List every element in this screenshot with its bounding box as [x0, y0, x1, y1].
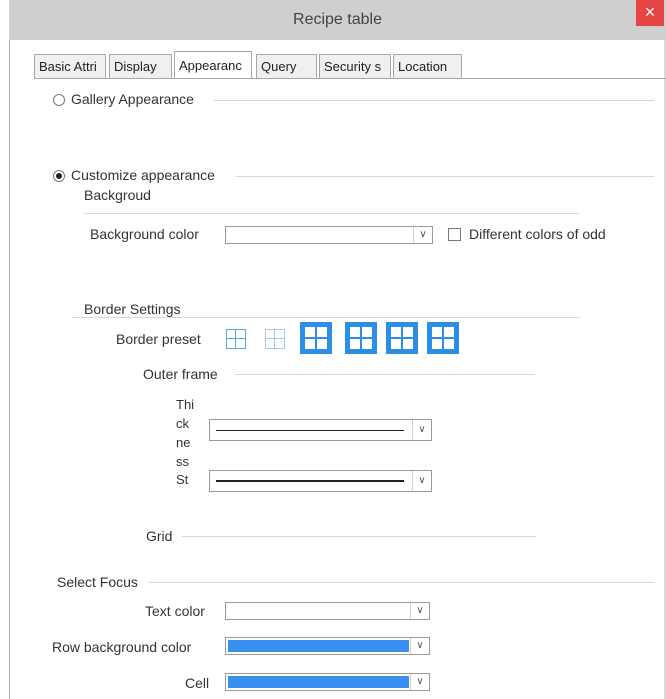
outer-frame-label: Outer frame: [143, 366, 218, 382]
chevron-down-icon: ∨: [410, 674, 429, 690]
border-preset-outer-icon[interactable]: [300, 322, 332, 354]
tab-basic-attributes[interactable]: Basic Attri: [34, 54, 106, 78]
background-color-label: Background color: [90, 226, 199, 242]
style-dropdown[interactable]: ∨: [209, 470, 432, 492]
text-color-label: Text color: [145, 603, 205, 619]
tab-security[interactable]: Security s: [319, 54, 391, 78]
thickness-label-2: ck: [176, 416, 189, 431]
style-label: St: [176, 472, 189, 487]
grid-label: Grid: [146, 528, 173, 544]
chevron-down-icon: ∨: [410, 638, 429, 654]
dialog-body: [9, 40, 666, 699]
cell-color-dropdown[interactable]: ∨: [225, 673, 430, 691]
text-color-dropdown[interactable]: ∨: [225, 602, 430, 620]
gallery-divider: [214, 100, 654, 101]
chevron-down-icon: ∨: [413, 227, 432, 243]
outer-frame-divider: [235, 374, 535, 375]
border-preset-vertical-icon[interactable]: [427, 322, 459, 354]
gallery-appearance-radio[interactable]: [53, 94, 65, 106]
customize-divider: [236, 176, 654, 177]
tab-divider: [34, 78, 666, 79]
chevron-down-icon: ∨: [410, 603, 429, 619]
thickness-label-1: Thi: [176, 397, 195, 412]
row-background-color-label: Row background color: [52, 639, 192, 655]
border-preset-all-icon[interactable]: [226, 329, 246, 349]
cell-label: Cell: [185, 675, 210, 691]
customize-appearance-radio[interactable]: [53, 170, 65, 182]
border-preset-none-icon[interactable]: [265, 329, 285, 349]
different-colors-checkbox[interactable]: [448, 228, 461, 241]
cell-color-swatch: [228, 676, 409, 688]
different-colors-label: Different colors of odd: [469, 226, 606, 242]
chevron-down-icon: ∨: [412, 420, 431, 440]
tab-display[interactable]: Display: [109, 54, 172, 78]
row-color-swatch: [228, 640, 409, 652]
background-color-dropdown[interactable]: ∨: [225, 226, 433, 244]
thickness-label-3: ne: [176, 435, 191, 450]
tab-query[interactable]: Query: [256, 54, 317, 78]
select-focus-label: Select Focus: [57, 574, 138, 590]
border-settings-label: Border Settings: [84, 301, 181, 317]
thickness-label-4: ss: [176, 454, 189, 469]
grid-divider: [182, 536, 536, 537]
gallery-appearance-label: Gallery Appearance: [71, 91, 194, 107]
background-divider: [84, 213, 579, 214]
border-preset-horizontal-icon[interactable]: [386, 322, 418, 354]
border-preset-inner-icon[interactable]: [345, 322, 377, 354]
close-button[interactable]: ×: [636, 0, 664, 26]
solid-line-sample: [216, 480, 404, 482]
thickness-dropdown[interactable]: ∨: [209, 419, 432, 441]
title-bar: Recipe table ×: [9, 0, 666, 40]
customize-appearance-label: Customize appearance: [71, 167, 215, 183]
chevron-down-icon: ∨: [412, 471, 431, 491]
thin-line-sample: [216, 430, 404, 431]
window-title: Recipe table: [293, 11, 382, 28]
border-settings-divider: [72, 317, 580, 318]
row-background-color-dropdown[interactable]: ∨: [225, 637, 430, 655]
tab-location[interactable]: Location: [393, 54, 462, 78]
tab-appearance[interactable]: Appearanc: [174, 51, 252, 79]
select-focus-divider: [148, 582, 654, 583]
border-preset-label: Border preset: [116, 331, 201, 347]
background-section-label: Backgroud: [84, 187, 151, 203]
